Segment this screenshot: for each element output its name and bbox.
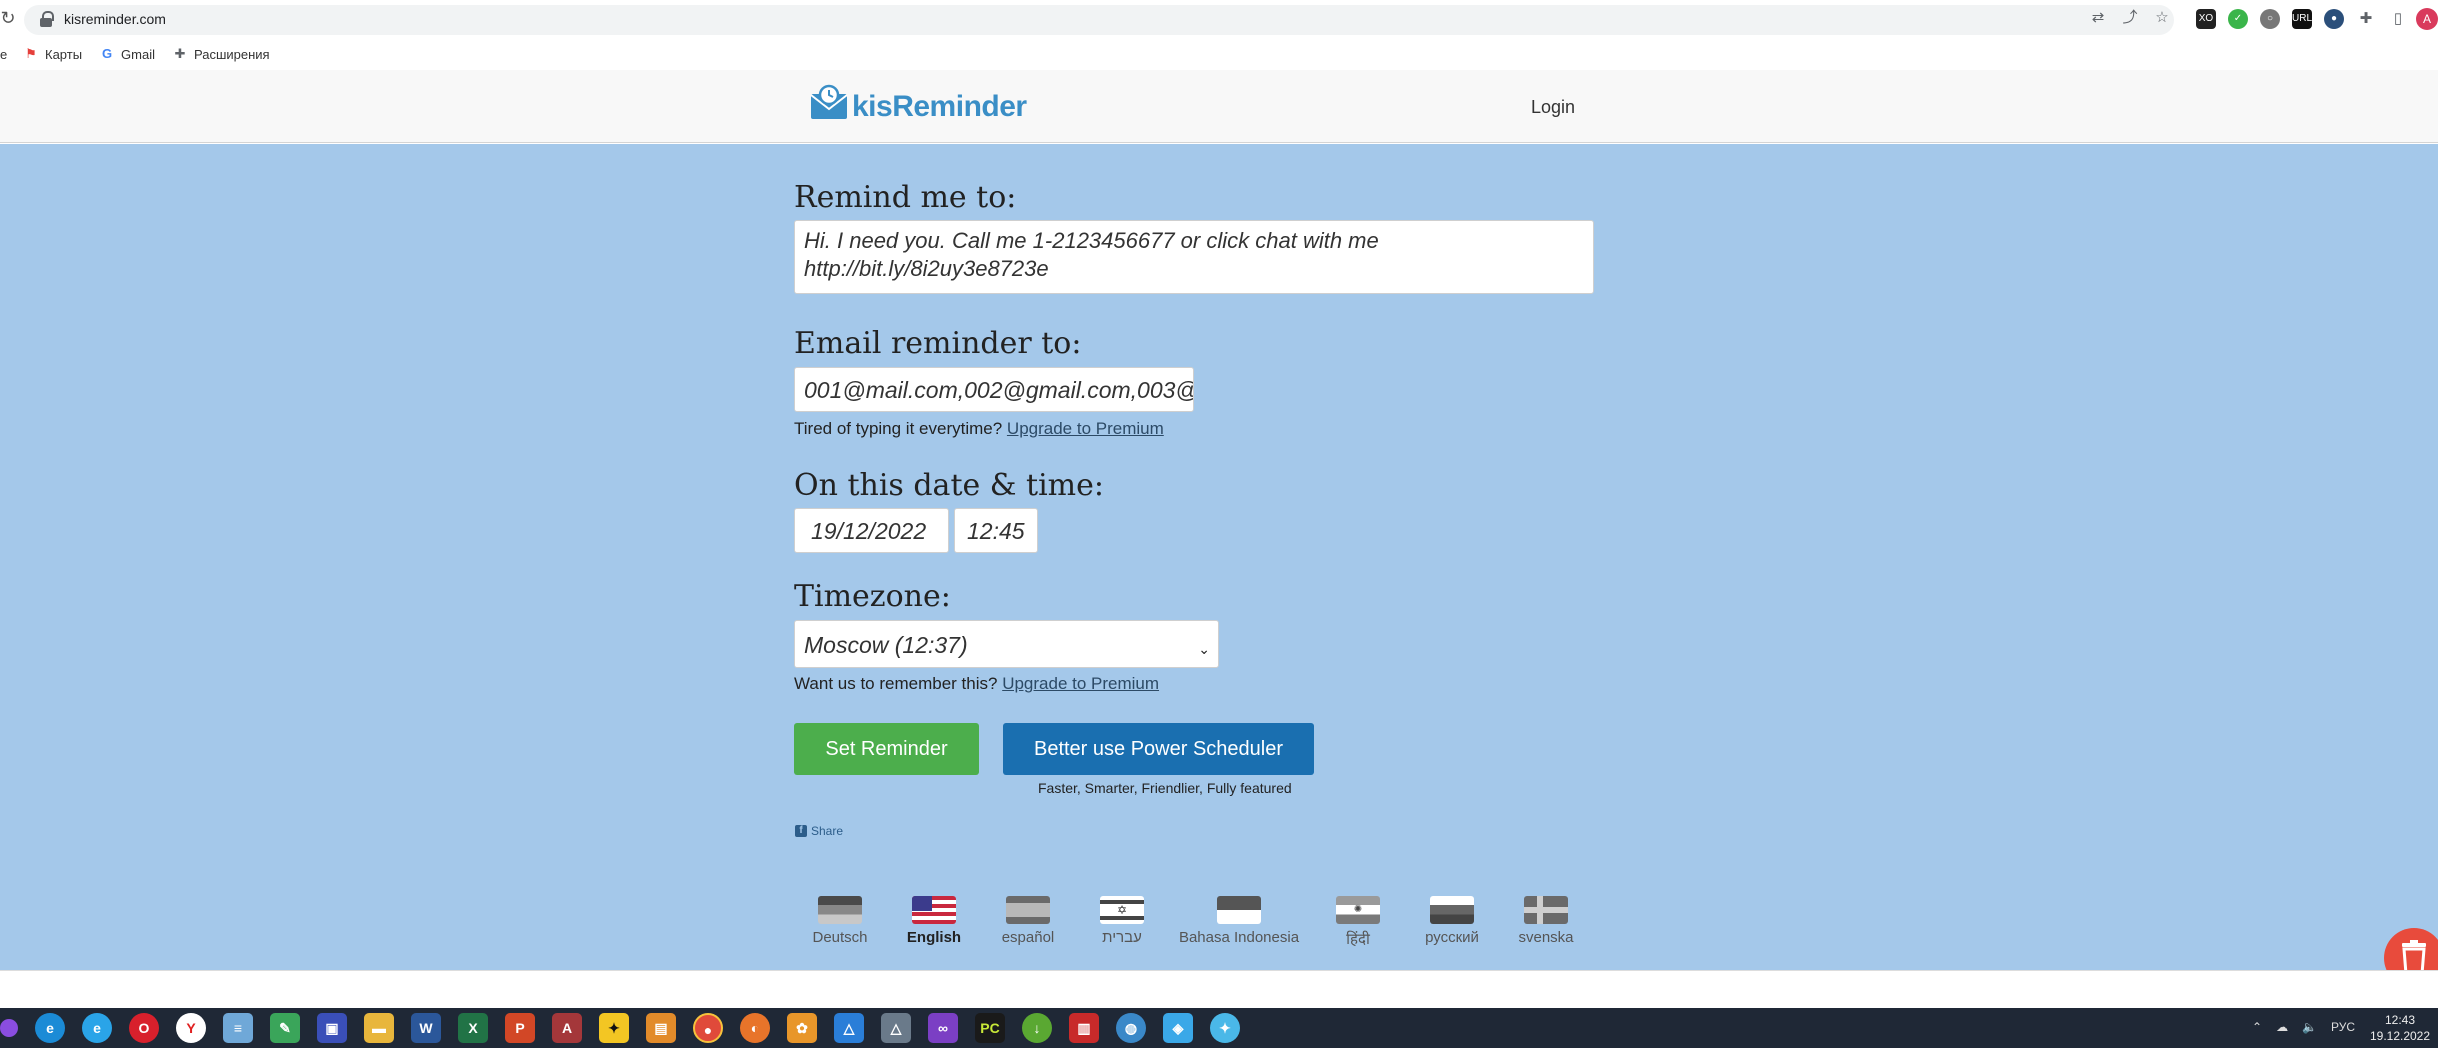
chrome-icon[interactable]: ● (693, 1013, 723, 1043)
taskbar-clock[interactable]: 12:43 19.12.2022 (2368, 1012, 2432, 1044)
ie-icon[interactable]: e (82, 1013, 112, 1043)
browser-address-bar: ↻ kisreminder.com ⇄ ⤴ ☆ XO ✓ ○ URL ● ✚ ▯… (0, 0, 2438, 40)
timezone-upgrade-link[interactable]: Upgrade to Premium (1002, 674, 1159, 693)
timezone-label: Timezone: (794, 579, 951, 614)
language-russian[interactable]: русский (1407, 896, 1497, 946)
paint-icon[interactable]: ✦ (1210, 1013, 1240, 1043)
set-reminder-button[interactable]: Set Reminder (794, 723, 979, 775)
language-hindi[interactable]: ✺ हिंदी (1313, 896, 1403, 949)
extension-circle-icon[interactable]: ○ (2260, 9, 2280, 29)
volume-icon[interactable]: 🔈 (2302, 1020, 2317, 1034)
stats-icon[interactable]: ▥ (1069, 1013, 1099, 1043)
bookmark-gmail[interactable]: G Gmail (100, 47, 155, 62)
facebook-share[interactable]: f Share (795, 824, 843, 838)
timezone-note: Want us to remember this? Upgrade to Pre… (794, 674, 1160, 693)
extension-blue-icon[interactable]: ● (2324, 9, 2344, 29)
time-input[interactable]: 12:45 (954, 508, 1038, 553)
reload-icon[interactable]: ↻ (0, 8, 16, 29)
flag-icon (818, 896, 862, 924)
language-english[interactable]: English (889, 896, 979, 946)
paint-3d-icon[interactable]: ◈ (1163, 1013, 1193, 1043)
torrent-icon[interactable]: ↓ (1022, 1013, 1052, 1043)
app-network-icon[interactable]: △ (834, 1013, 864, 1043)
url-bar[interactable] (24, 5, 2174, 35)
edge-icon[interactable]: e (35, 1013, 65, 1043)
remind-label: Remind me to: (794, 180, 1017, 215)
bookmark-extensions[interactable]: ✚ Расширения (173, 47, 270, 62)
pycharm-icon[interactable]: PC (975, 1013, 1005, 1043)
language-svenska[interactable]: svenska (1501, 896, 1591, 946)
firefox-icon[interactable]: ◐ (740, 1013, 770, 1043)
excel-icon[interactable]: X (458, 1013, 488, 1043)
maps-icon: ⚑ (25, 46, 37, 61)
translate-icon[interactable]: ⇄ (2088, 8, 2108, 28)
batman-icon[interactable]: ✦ (599, 1013, 629, 1043)
save-icon[interactable]: ▣ (317, 1013, 347, 1043)
email-note: Tired of typing it everytime? Upgrade to… (794, 419, 1164, 438)
chevron-down-icon: ⌄ (1198, 641, 1210, 657)
flag-icon (912, 896, 956, 924)
extensions-puzzle-icon[interactable]: ✚ (2356, 9, 2376, 29)
bookmark-overflow[interactable]: е (0, 47, 14, 62)
puzzle-icon: ✚ (174, 46, 186, 61)
email-input[interactable]: 001@mail.com,002@gmail.com,003@ (794, 367, 1194, 412)
language-hebrew[interactable]: ✡ עברית (1077, 896, 1167, 946)
word-icon[interactable]: W (411, 1013, 441, 1043)
extension-shield-icon[interactable]: ✓ (2228, 9, 2248, 29)
brand-name[interactable]: kisReminder (852, 90, 1027, 124)
flag-icon (1217, 896, 1261, 924)
network-icon[interactable]: ☁ (2276, 1020, 2288, 1034)
app-nodes-icon[interactable]: △ (881, 1013, 911, 1043)
site-header: kisReminder Login (0, 70, 2438, 143)
flag-icon (1430, 896, 1474, 924)
archive-icon[interactable]: ▤ (646, 1013, 676, 1043)
bookmarks-bar: е ⚑ Карты G Gmail ✚ Расширения (0, 40, 2438, 68)
flag-icon: ✺ (1336, 896, 1380, 924)
flag-icon (1006, 896, 1050, 924)
envelope-logo-icon[interactable] (810, 84, 848, 120)
globe-icon[interactable]: ◍ (1116, 1013, 1146, 1043)
main-content: Remind me to: Hi. I need you. Call me 1-… (0, 144, 2438, 970)
language-deutsch[interactable]: Deutsch (795, 896, 885, 946)
start-icon[interactable] (0, 1019, 18, 1037)
language-bahasa-indonesia[interactable]: Bahasa Indonesia (1179, 896, 1299, 946)
timezone-select[interactable]: Moscow (12:37) ⌄ (794, 620, 1219, 668)
login-link[interactable]: Login (1531, 97, 1575, 118)
remind-textarea[interactable]: Hi. I need you. Call me 1-2123456677 or … (794, 220, 1594, 294)
system-tray: ⌃ ☁ 🔈 РУС (2252, 1020, 2355, 1034)
visual-studio-icon[interactable]: ∞ (928, 1013, 958, 1043)
flag-icon: ✡ (1100, 896, 1144, 924)
flag-icon (1524, 896, 1568, 924)
notepad-icon[interactable]: ≡ (223, 1013, 253, 1043)
input-language[interactable]: РУС (2331, 1020, 2355, 1034)
yandex-icon[interactable]: Y (176, 1013, 206, 1043)
email-label: Email reminder to: (794, 326, 1082, 361)
lock-icon[interactable] (40, 11, 54, 27)
chevron-up-icon[interactable]: ⌃ (2252, 1020, 2262, 1034)
app-orange-icon[interactable]: ✿ (787, 1013, 817, 1043)
email-upgrade-link[interactable]: Upgrade to Premium (1007, 419, 1164, 438)
language-espanol[interactable]: español (983, 896, 1073, 946)
facebook-icon: f (795, 825, 807, 837)
access-icon[interactable]: A (552, 1013, 582, 1043)
side-panel-icon[interactable]: ▯ (2388, 9, 2408, 29)
os-taskbar: e e O Y ≡ ✎ ▣ ▬ W X P A ✦ ▤ ● ◐ ✿ △ △ ∞ … (0, 1008, 2438, 1048)
opera-icon[interactable]: O (129, 1013, 159, 1043)
profile-avatar[interactable]: A (2416, 8, 2438, 30)
power-scheduler-tagline: Faster, Smarter, Friendlier, Fully featu… (1038, 780, 1292, 796)
extension-url-icon[interactable]: URL (2292, 9, 2312, 29)
url-text[interactable]: kisreminder.com (64, 11, 166, 27)
datetime-label: On this date & time: (794, 468, 1104, 503)
share-page-icon[interactable]: ⤴ (2120, 8, 2140, 28)
bookmark-maps[interactable]: ⚑ Карты (24, 47, 82, 62)
powerpoint-icon[interactable]: P (505, 1013, 535, 1043)
power-scheduler-button[interactable]: Better use Power Scheduler (1003, 723, 1314, 775)
extension-xo-icon[interactable]: XO (2196, 9, 2216, 29)
date-input[interactable]: 19/12/2022 (794, 508, 949, 553)
bookmark-star-icon[interactable]: ☆ (2152, 8, 2172, 28)
page-footer-strip (0, 970, 2438, 1008)
google-icon: G (101, 46, 113, 61)
folder-icon[interactable]: ▬ (364, 1013, 394, 1043)
editor-icon[interactable]: ✎ (270, 1013, 300, 1043)
